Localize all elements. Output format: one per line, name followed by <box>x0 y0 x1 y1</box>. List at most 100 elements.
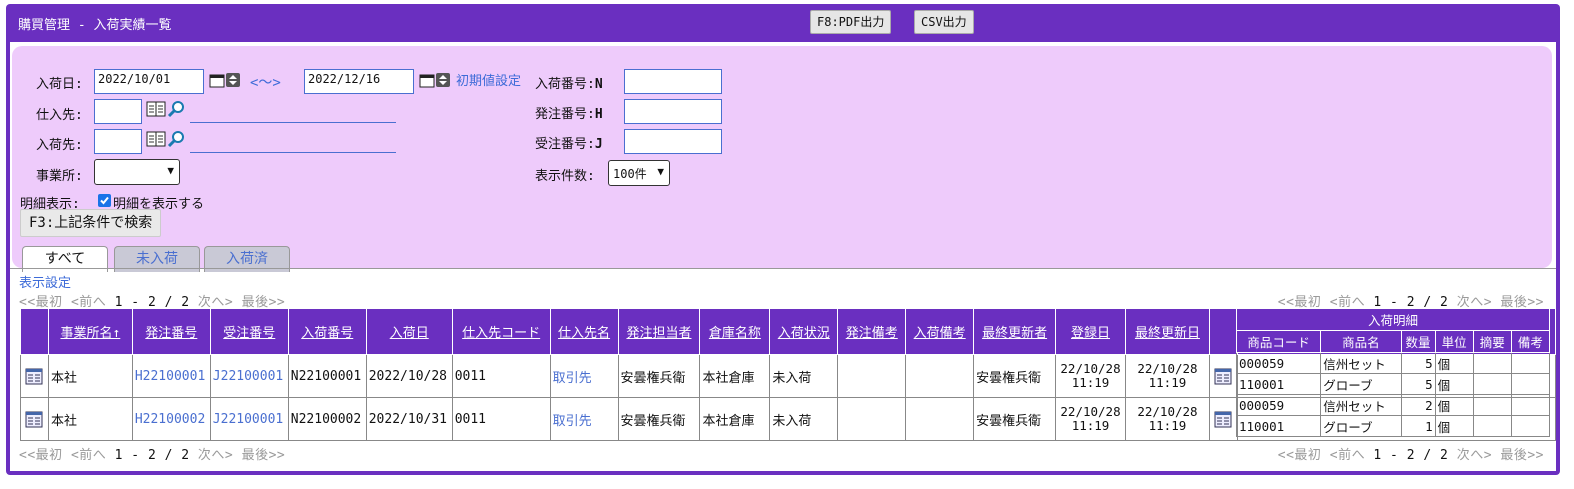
cell-arrival-no: N22100002 <box>287 397 367 441</box>
supplier-name-display <box>190 122 396 123</box>
document-icon[interactable] <box>25 368 43 385</box>
display-count-select[interactable]: 100件 ▼ <box>608 160 670 186</box>
detail-row: 110001 グローブ 1 個 <box>1235 415 1551 437</box>
receive-no-field[interactable] <box>624 129 722 154</box>
detail-unit: 個 <box>1434 394 1474 416</box>
header-order-note[interactable]: 発注備考 <box>837 308 907 355</box>
calendar-icon[interactable] <box>209 72 243 88</box>
cell-receive-no[interactable]: J22100001 <box>209 354 289 398</box>
header-order-no[interactable]: 発注番号 <box>131 308 211 355</box>
row-detail-doc-cell[interactable] <box>1208 354 1238 398</box>
cell-supplier-name[interactable]: 取引先 <box>549 397 619 441</box>
calendar-icon[interactable] <box>419 72 453 88</box>
cell-order-no[interactable]: H22100002 <box>131 397 211 441</box>
order-no-label: 発注番号:H <box>535 107 603 122</box>
cell-supplier-name[interactable]: 取引先 <box>549 354 619 398</box>
row-doc-cell[interactable] <box>20 397 49 441</box>
header-supplier-name[interactable]: 仕入先名 <box>549 308 619 355</box>
header-reg-date[interactable]: 登録日 <box>1055 308 1126 355</box>
detail-qty: 5 <box>1400 373 1436 395</box>
header-order-staff[interactable]: 発注担当者 <box>617 308 701 355</box>
cell-receive-no[interactable]: J22100001 <box>209 397 289 441</box>
document-icon[interactable] <box>1214 411 1232 428</box>
cell-reg-date: 22/10/28 11:19 <box>1055 354 1126 398</box>
office-select[interactable]: ▼ <box>94 159 180 185</box>
row-doc-cell[interactable] <box>20 354 49 398</box>
detail-summary <box>1472 415 1512 437</box>
pager-last[interactable]: 最後>> <box>1500 448 1544 463</box>
pager-bottom-right: <<最初 <前へ 1 - 2 / 2 次へ> 最後>> <box>1278 444 1544 463</box>
receiver-code-field[interactable] <box>94 129 142 154</box>
header-office[interactable]: 事業所名↑ <box>47 308 133 355</box>
chevron-down-icon: ▼ <box>167 164 174 177</box>
date-from-field[interactable]: 2022/10/01 <box>94 69 204 94</box>
header-upd-date[interactable]: 最終更新日 <box>1125 308 1210 355</box>
reset-defaults-link[interactable]: 初期値設定 <box>456 70 521 89</box>
cell-arrival-no: N22100001 <box>287 354 367 398</box>
order-no-field[interactable] <box>624 99 722 124</box>
detail-header-qty: 数量 <box>1400 330 1436 353</box>
detail-row: 000059 信州セット 2 個 <box>1235 394 1551 416</box>
cell-order-no[interactable]: H22100001 <box>131 354 211 398</box>
pager-last[interactable]: 最後>> <box>242 448 286 463</box>
detail-code: 000059 <box>1235 352 1322 374</box>
pager-prev[interactable]: <前へ <box>1330 448 1365 463</box>
cell-warehouse: 本社倉庫 <box>699 397 771 441</box>
pager-bottom-left: <<最初 <前へ 1 - 2 / 2 次へ> 最後>> <box>19 444 285 463</box>
detail-summary <box>1472 373 1512 395</box>
row-detail-doc-cell[interactable] <box>1208 397 1238 441</box>
header-receive-no[interactable]: 受注番号 <box>209 308 289 355</box>
header-warehouse[interactable]: 倉庫名称 <box>699 308 771 355</box>
document-icon[interactable] <box>1214 368 1232 385</box>
pager-next[interactable]: 次へ> <box>1457 448 1492 463</box>
header-status[interactable]: 入荷状況 <box>769 308 839 355</box>
header-arrival-note[interactable]: 入荷備考 <box>905 308 975 355</box>
cell-office: 本社 <box>47 354 133 398</box>
pdf-export-button[interactable]: F8:PDF出力 <box>810 10 892 34</box>
receiver-name-display <box>190 152 396 153</box>
pager-prev[interactable]: <前へ <box>71 448 106 463</box>
csv-export-button[interactable]: CSV出力 <box>914 10 974 34</box>
pager-next[interactable]: 次へ> <box>198 448 233 463</box>
cell-updater: 安曇権兵衛 <box>973 354 1057 398</box>
chevron-down-icon: ▼ <box>657 165 664 178</box>
detail-name: グローブ <box>1320 415 1402 437</box>
detail-name: グローブ <box>1320 373 1402 395</box>
header-updater[interactable]: 最終更新者 <box>973 308 1057 355</box>
pager-range: 1 - 2 / 2 <box>114 448 190 463</box>
pager-first[interactable]: <<最初 <box>19 448 63 463</box>
book-search-icon[interactable] <box>146 130 188 148</box>
detail-note <box>1510 394 1551 416</box>
cell-order-staff: 安曇権兵衛 <box>617 397 701 441</box>
detail-checkbox[interactable] <box>98 194 111 207</box>
receiver-label: 入荷先: <box>36 138 83 153</box>
detail-code: 110001 <box>1235 415 1322 437</box>
cell-warehouse: 本社倉庫 <box>699 354 771 398</box>
detail-header-note: 備考 <box>1510 330 1551 353</box>
title-bar: 購買管理 - 入荷実績一覧 F8:PDF出力 CSV出力 <box>6 4 1560 40</box>
cell-office: 本社 <box>47 397 133 441</box>
detail-group-header: 入荷明細 <box>1236 308 1550 331</box>
document-icon[interactable] <box>25 411 43 428</box>
supplier-code-field[interactable] <box>94 99 142 124</box>
arrival-no-field[interactable] <box>624 69 722 94</box>
cell-status: 未入荷 <box>769 354 839 398</box>
detail-qty: 2 <box>1400 394 1436 416</box>
header-supplier-code[interactable]: 仕入先コード <box>451 308 551 355</box>
header-arrival-no[interactable]: 入荷番号 <box>287 308 367 355</box>
pager-first[interactable]: <<最初 <box>1278 448 1322 463</box>
detail-code: 110001 <box>1235 373 1322 395</box>
date-to-field[interactable]: 2022/12/16 <box>304 69 414 94</box>
detail-summary <box>1472 394 1512 416</box>
detail-table: 入荷明細 商品コード 商品名 数量 単位 摘要 備考 000059 信州セット … <box>1235 308 1551 437</box>
header-arrival-date[interactable]: 入荷日 <box>365 308 453 355</box>
cell-arrival-date: 2022/10/28 <box>365 354 453 398</box>
book-search-icon[interactable] <box>146 100 188 118</box>
display-settings-link[interactable]: 表示設定 <box>19 272 71 291</box>
receive-no-label: 受注番号:J <box>535 137 603 152</box>
search-button[interactable]: F3:上記条件で検索 <box>20 209 162 237</box>
detail-icon-column-header <box>1208 308 1238 355</box>
detail-summary <box>1472 352 1512 374</box>
tab-divider <box>10 268 1556 269</box>
detail-note <box>1510 373 1551 395</box>
